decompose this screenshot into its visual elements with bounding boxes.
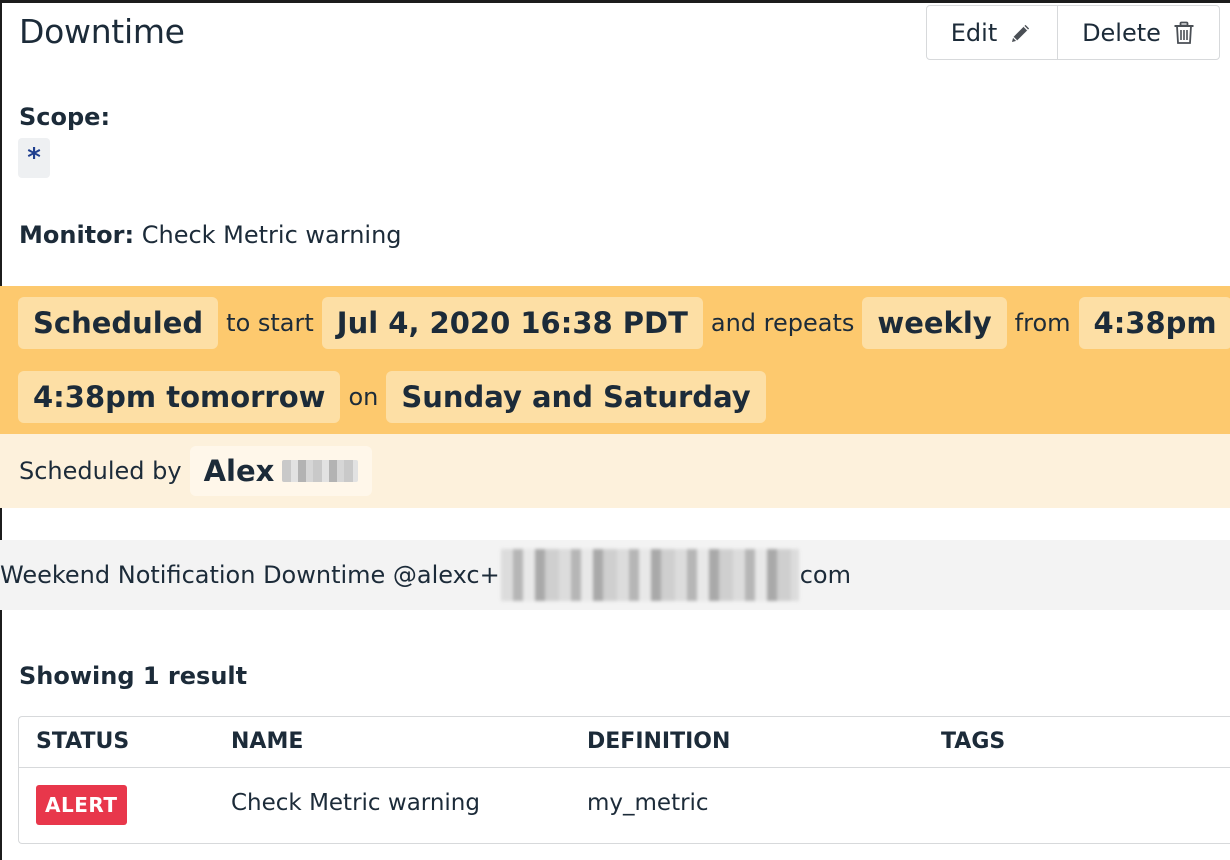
schedule-repeats-text: and repeats (710, 309, 855, 337)
monitor-label: Monitor: (19, 221, 135, 249)
schedule-row-2: 4:38pm tomorrow on Sunday and Saturday (18, 370, 1230, 424)
schedule-status-pill: Scheduled (18, 297, 219, 349)
schedule-summary: Scheduled to start Jul 4, 2020 16:38 PDT… (0, 286, 1230, 434)
schedule-to-start-text: to start (226, 309, 314, 337)
schedule-start-pill: Jul 4, 2020 16:38 PDT (321, 297, 703, 349)
table-header: STATUS NAME DEFINITION TAGS (19, 717, 1230, 768)
delete-button[interactable]: Delete (1058, 6, 1219, 59)
window-top-border (0, 0, 1230, 3)
scheduled-by-label: Scheduled by (19, 457, 182, 485)
edit-button[interactable]: Edit (927, 6, 1058, 59)
monitor-name: Check Metric warning (141, 221, 402, 249)
edit-button-label: Edit (950, 18, 998, 47)
results-summary: Showing 1 result (19, 662, 248, 690)
scheduled-by-user: Alex (189, 446, 373, 496)
delete-button-label: Delete (1082, 18, 1161, 47)
schedule-from-time-pill: 4:38pm (1078, 297, 1230, 349)
redacted-email (500, 549, 799, 601)
results-table: STATUS NAME DEFINITION TAGS ALERT Check … (18, 716, 1230, 844)
column-header-name[interactable]: NAME (231, 729, 303, 754)
scheduled-by-name: Alex (203, 454, 275, 488)
schedule-frequency-pill: weekly (862, 297, 1007, 349)
monitor-line: Monitor: Check Metric warning (19, 221, 402, 249)
downtime-message: Weekend Notification Downtime @alexc+ co… (0, 540, 1230, 610)
schedule-days-pill: Sunday and Saturday (386, 371, 766, 423)
scheduled-by-bar: Scheduled by Alex (0, 434, 1230, 508)
message-prefix: Weekend Notification Downtime @alexc+ (0, 561, 500, 589)
schedule-on-text: on (348, 383, 379, 411)
page-title: Downtime (19, 12, 185, 51)
pencil-icon (1009, 21, 1033, 45)
column-header-tags[interactable]: TAGS (941, 729, 1005, 754)
message-suffix: com (799, 561, 851, 589)
schedule-from-text: from (1014, 309, 1071, 337)
schedule-row-1: Scheduled to start Jul 4, 2020 16:38 PDT… (18, 296, 1230, 350)
row-definition: my_metric (587, 790, 709, 816)
column-header-status[interactable]: STATUS (36, 729, 129, 754)
scope-label: Scope: (19, 103, 111, 131)
status-badge: ALERT (36, 785, 127, 825)
table-row[interactable]: ALERT Check Metric warning my_metric (19, 768, 1230, 843)
row-name[interactable]: Check Metric warning (231, 790, 480, 816)
column-header-definition[interactable]: DEFINITION (587, 729, 730, 754)
trash-icon (1173, 21, 1195, 45)
scope-value-chip: * (18, 138, 50, 178)
action-button-group: Edit Delete (926, 5, 1220, 60)
schedule-to-time-pill: 4:38pm tomorrow (18, 371, 341, 423)
redacted-surname (282, 460, 359, 482)
